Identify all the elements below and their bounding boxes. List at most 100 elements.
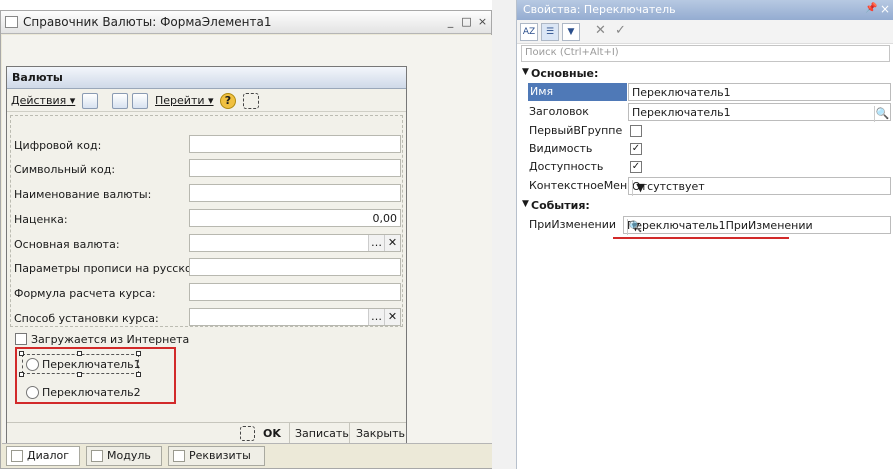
numeric-code-input[interactable] — [189, 135, 401, 153]
search-placeholder: Поиск (Ctrl+Alt+I) — [525, 47, 619, 58]
minimize-button[interactable]: _ — [443, 15, 458, 29]
field-label: Символьный код: — [14, 163, 116, 176]
field-label: Основная валюта: — [14, 238, 120, 251]
property-title-row[interactable]: Заголовок Переключатель1 🔍 — [527, 103, 893, 122]
name-value-field[interactable]: Переключатель1 — [628, 83, 891, 101]
field-label: Параметры прописи на русском: — [14, 262, 204, 275]
base-currency-input[interactable]: … ✕ — [189, 234, 401, 252]
resize-handle[interactable] — [136, 372, 141, 377]
properties-title: Свойства: Переключатель — [523, 3, 676, 16]
property-visibility-row[interactable]: Видимость ✓ — [527, 140, 893, 159]
form-designer-window: Справочник Валюты: ФормаЭлемента1 _ □ × … — [0, 10, 492, 469]
delete-icon[interactable]: ✕ — [595, 23, 606, 38]
form-title: Валюты — [12, 71, 63, 84]
save-copy-icon[interactable] — [82, 93, 98, 109]
enabled-checkbox[interactable]: ✓ — [630, 161, 642, 173]
internet-load-checkbox[interactable] — [15, 333, 27, 345]
chevron-down-icon[interactable]: ▼ — [632, 180, 648, 196]
selection-icon[interactable] — [240, 426, 255, 441]
filter-icon[interactable]: ▼ — [562, 23, 580, 41]
actions-menu[interactable]: Действия ▾ — [11, 93, 75, 109]
property-onchange-row[interactable]: ПриИзменении Переключатель1ПриИзменении … — [527, 216, 893, 235]
property-search-input[interactable]: Поиск (Ctrl+Alt+I) — [521, 45, 890, 62]
rate-method-input[interactable]: … ✕ — [189, 308, 401, 326]
designer-title: Справочник Валюты: ФормаЭлемента1 — [23, 15, 272, 29]
search-icon[interactable]: 🔍 — [627, 219, 643, 235]
goto-menu[interactable]: Перейти ▾ — [155, 93, 214, 109]
close-form-button[interactable]: Закрыть — [356, 427, 405, 440]
field-label: Наименование валюты: — [14, 188, 152, 201]
select-button[interactable]: … — [368, 309, 384, 325]
red-underline — [613, 237, 789, 239]
resize-handle[interactable] — [77, 351, 82, 356]
close-panel-icon[interactable]: × — [880, 2, 890, 16]
new-document-icon[interactable] — [132, 93, 148, 109]
sort-alpha-icon[interactable]: AZ — [520, 23, 538, 41]
designer-canvas: Валюты Действия ▾ Перейти ▾ ? Цифровой к… — [2, 35, 492, 445]
field-label: Формула расчета курса: — [14, 287, 156, 300]
onchange-value-field[interactable]: Переключатель1ПриИзменении ▼ 🔍 — [623, 216, 891, 235]
selection-icon[interactable] — [243, 93, 259, 109]
radio-button-1[interactable] — [26, 358, 39, 371]
save-button[interactable]: Записать — [295, 427, 349, 440]
property-label: КонтекстноеМеню — [529, 179, 637, 192]
radio-button-2[interactable] — [26, 386, 39, 399]
section-main[interactable]: ▼ Основные: — [517, 67, 893, 82]
markup-value: 0,00 — [372, 212, 398, 225]
apply-icon[interactable]: ✓ — [615, 23, 626, 38]
form-footer: OK Записать Закрыть — [7, 422, 406, 444]
clear-icon[interactable]: ✕ — [384, 235, 400, 251]
tab-attributes[interactable]: Реквизиты — [168, 446, 265, 466]
help-icon[interactable]: ? — [220, 93, 236, 109]
markup-input[interactable]: 0,00 — [189, 209, 401, 227]
property-label: ПриИзменении — [529, 218, 616, 231]
symbolic-code-input[interactable] — [189, 159, 401, 177]
ok-button[interactable]: OK — [263, 427, 281, 440]
property-label: Доступность — [529, 160, 604, 173]
dialog-icon — [11, 450, 23, 462]
property-name-row[interactable]: Имя Переключатель1 — [527, 83, 893, 102]
field-label: Наценка: — [14, 213, 68, 226]
context-menu-dropdown[interactable]: Отсутствует ▼ — [628, 177, 891, 196]
form-toolbar: Действия ▾ Перейти ▾ ? — [7, 90, 406, 112]
resize-handle[interactable] — [19, 372, 24, 377]
properties-toolbar: AZ ☰ ▼ ✕ ✓ — [517, 20, 893, 44]
property-enabled-row[interactable]: Доступность ✓ — [527, 158, 893, 177]
visibility-checkbox[interactable]: ✓ — [630, 143, 642, 155]
radio-label-1: Переключатель1 — [42, 358, 141, 371]
refresh-icon[interactable] — [112, 93, 128, 109]
designer-tabs: Диалог Модуль Реквизиты — [2, 443, 492, 468]
property-first-in-group-row[interactable]: ПервыйВГруппе — [527, 122, 893, 141]
select-button[interactable]: … — [368, 235, 384, 251]
pin-icon[interactable]: 📌 — [865, 3, 877, 14]
title-value-field[interactable]: Переключатель1 🔍 — [628, 103, 891, 122]
attributes-icon — [173, 450, 185, 462]
resize-handle[interactable] — [136, 351, 141, 356]
property-label: Имя — [528, 83, 627, 101]
spelling-params-input[interactable] — [189, 258, 401, 276]
close-button[interactable]: × — [475, 15, 490, 29]
tab-dialog[interactable]: Диалог — [6, 446, 80, 466]
field-label: Способ установки курса: — [14, 312, 159, 325]
checkbox-label: Загружается из Интернета — [31, 333, 190, 346]
rate-formula-input[interactable] — [189, 283, 401, 301]
section-events[interactable]: ▼ События: — [517, 199, 893, 214]
form-header: Валюты — [7, 67, 406, 89]
property-label: Заголовок — [529, 105, 589, 118]
search-icon[interactable]: 🔍 — [874, 106, 890, 122]
clear-icon[interactable]: ✕ — [384, 309, 400, 325]
designer-titlebar: Справочник Валюты: ФормаЭлемента1 _ □ × — [1, 11, 491, 34]
resize-handle[interactable] — [77, 372, 82, 377]
field-label: Цифровой код: — [14, 139, 102, 152]
radio-label-2: Переключатель2 — [42, 386, 141, 399]
currency-name-input[interactable] — [189, 184, 401, 202]
property-label: Видимость — [529, 142, 593, 155]
categorized-icon[interactable]: ☰ — [541, 23, 559, 41]
tab-module[interactable]: Модуль — [86, 446, 162, 466]
property-context-menu-row[interactable]: КонтекстноеМеню Отсутствует ▼ — [527, 177, 893, 196]
panel-separator — [492, 0, 516, 469]
properties-panel: Свойства: Переключатель 📌 × AZ ☰ ▼ ✕ ✓ П… — [516, 0, 893, 469]
first-in-group-checkbox[interactable] — [630, 125, 642, 137]
maximize-button[interactable]: □ — [459, 15, 474, 29]
resize-handle[interactable] — [19, 351, 24, 356]
